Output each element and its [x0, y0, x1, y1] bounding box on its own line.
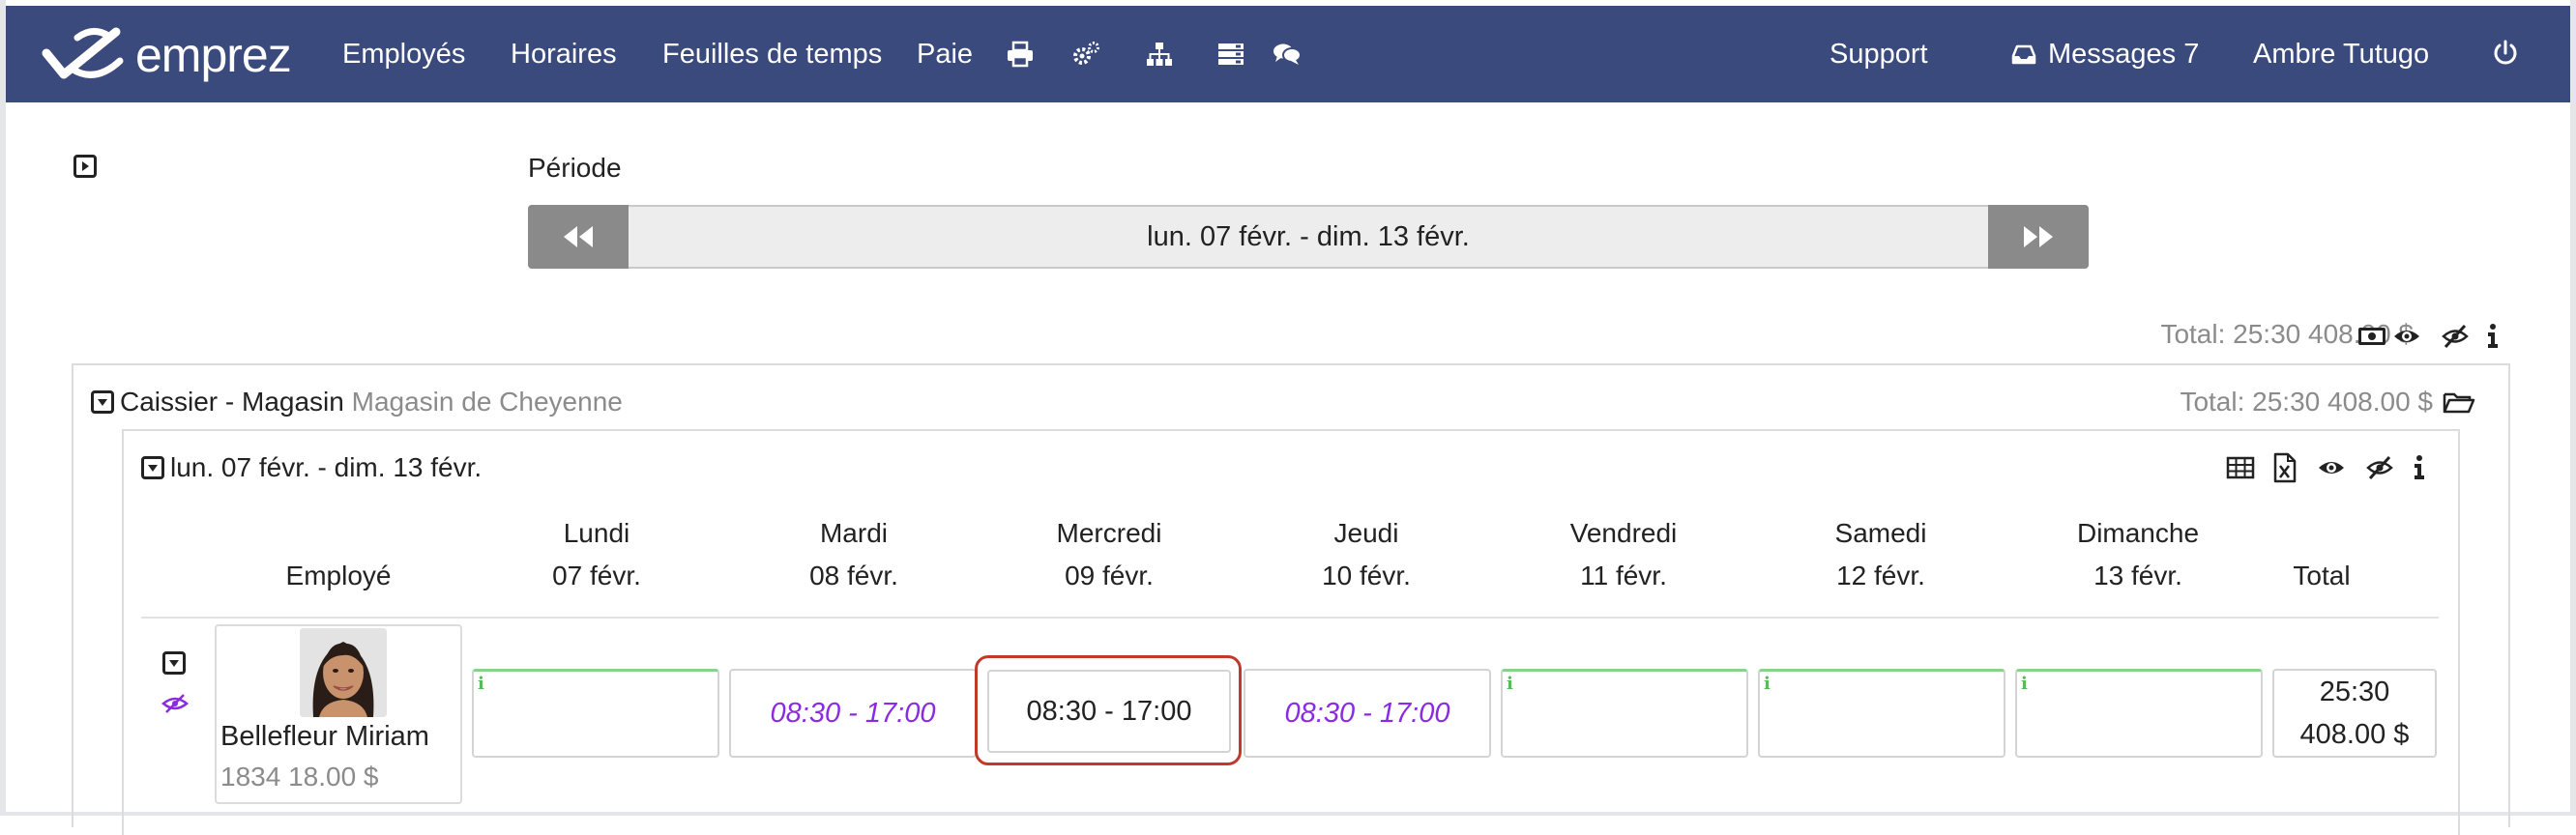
group-total: Total: 25:30 408.00 $ — [2180, 387, 2433, 417]
week-panel — [122, 429, 2460, 835]
nav-schedules[interactable]: Horaires — [511, 39, 617, 71]
employee-card[interactable]: Bellefleur Miriam 1834 18.00 $ — [215, 624, 462, 804]
shift-cell-tuesday[interactable]: 08:30 - 17:00 — [729, 669, 977, 758]
info-icon[interactable] — [2410, 454, 2429, 481]
power-logout-icon[interactable] — [2491, 39, 2520, 68]
day-header-saturday: Samedi 12 févr. — [1752, 512, 2009, 597]
caret-right-icon — [82, 161, 89, 171]
fast-forward-icon — [2024, 226, 2053, 247]
day-name: Lundi — [563, 518, 630, 548]
eye-icon[interactable] — [2392, 323, 2421, 350]
folder-open-icon[interactable] — [2443, 389, 2475, 416]
day-name: Mardi — [819, 518, 888, 548]
day-name: Jeudi — [1333, 518, 1399, 548]
avatar-photo — [300, 628, 387, 717]
fast-backward-icon — [564, 226, 593, 247]
day-header-monday: Lundi 07 févr. — [468, 512, 725, 597]
sidebar-toggle-button[interactable] — [73, 155, 97, 178]
org-chart-icon[interactable] — [1145, 41, 1174, 68]
day-header-tuesday: Mardi 08 févr. — [725, 512, 982, 597]
nav-user-name[interactable]: Ambre Tutugo — [2253, 39, 2429, 71]
day-date: 08 févr. — [809, 561, 898, 590]
employee-meta: 1834 18.00 $ — [220, 762, 379, 792]
group-location: Magasin de Cheyenne — [351, 387, 623, 417]
shift-cell-wednesday-selected[interactable]: 08:30 - 17:00 — [975, 655, 1242, 765]
day-date: 09 févr. — [1065, 561, 1154, 590]
shift-time: 08:30 - 17:00 — [770, 697, 936, 729]
inbox-icon[interactable] — [2011, 43, 2036, 66]
excel-file-icon[interactable] — [2272, 452, 2298, 483]
money-bill-icon[interactable] — [2357, 323, 2386, 350]
week-title: lun. 07 févr. - dim. 13 févr. — [170, 452, 483, 482]
nav-payroll[interactable]: Paie — [917, 39, 973, 71]
printer-icon[interactable] — [1006, 41, 1035, 68]
nav-support[interactable]: Support — [1830, 39, 1928, 71]
brand-name: emprez — [135, 28, 292, 82]
server-list-icon[interactable] — [1216, 41, 1245, 68]
group-title: Caissier - Magasin Magasin de Cheyenne — [120, 387, 623, 418]
day-header-friday: Vendredi 11 févr. — [1495, 512, 1752, 597]
group-role: Caissier - Magasin — [120, 387, 344, 417]
shift-cell-friday[interactable]: i — [1501, 669, 1748, 758]
shift-time: 08:30 - 17:00 — [1284, 697, 1450, 729]
day-date: 10 févr. — [1322, 561, 1411, 590]
day-name: Dimanche — [2076, 518, 2200, 548]
caret-down-icon — [148, 465, 158, 472]
day-header-sunday: Dimanche 13 févr. — [2009, 512, 2267, 597]
day-name: Vendredi — [1569, 518, 1678, 548]
period-range[interactable]: lun. 07 févr. - dim. 13 févr. — [630, 207, 1986, 267]
total-pay: 408.00 $ — [2299, 719, 2410, 750]
employee-name: Bellefleur Miriam — [220, 721, 429, 752]
day-name: Mercredi — [1056, 518, 1162, 548]
nav-timesheets[interactable]: Feuilles de temps — [662, 39, 882, 71]
previous-period-button[interactable] — [528, 205, 629, 269]
total-column-header: Total — [2293, 561, 2351, 590]
day-date: 11 févr. — [1580, 561, 1667, 590]
nav-messages[interactable]: Messages 7 — [2048, 39, 2199, 71]
shift-cell-thursday[interactable]: 08:30 - 17:00 — [1244, 669, 1491, 758]
period-label: Période — [528, 153, 622, 183]
day-header-wednesday: Mercredi 09 févr. — [981, 512, 1238, 597]
eye-icon[interactable] — [2317, 454, 2346, 481]
chat-comments-icon[interactable] — [1273, 41, 1302, 68]
brand-logo[interactable]: emprez — [39, 21, 292, 89]
day-date: 07 févr. — [552, 561, 641, 590]
hide-eye-slash-icon[interactable] — [161, 692, 190, 715]
shift-cell-sunday[interactable]: i — [2015, 669, 2263, 758]
shift-cell-monday[interactable]: i — [472, 669, 719, 758]
info-icon[interactable] — [2483, 323, 2503, 350]
day-date: 13 févr. — [2093, 561, 2182, 590]
info-icon: i — [2021, 674, 2028, 694]
next-period-button[interactable] — [1988, 205, 2089, 269]
caret-down-icon — [169, 660, 179, 667]
info-icon: i — [1764, 674, 1771, 694]
info-icon: i — [1507, 674, 1513, 694]
group-collapse-toggle[interactable] — [91, 390, 114, 414]
settings-cogs-icon[interactable] — [1071, 41, 1100, 68]
employee-total: 25:30 408.00 $ — [2272, 669, 2437, 758]
employee-row-toggle[interactable] — [162, 651, 186, 675]
eye-slash-icon[interactable] — [2441, 323, 2470, 350]
day-date: 12 févr. — [1836, 561, 1925, 590]
info-icon: i — [478, 674, 484, 694]
week-collapse-toggle[interactable] — [141, 456, 164, 479]
day-name: Samedi — [1834, 518, 1927, 548]
emprez-logo-icon — [42, 27, 124, 79]
nav-employees[interactable]: Employés — [342, 39, 465, 71]
employee-avatar — [300, 628, 387, 717]
eye-slash-icon[interactable] — [2365, 454, 2394, 481]
table-grid-icon[interactable] — [2226, 454, 2255, 481]
day-header-thursday: Jeudi 10 févr. — [1238, 512, 1495, 597]
shift-time: 08:30 - 17:00 — [987, 670, 1231, 753]
header-divider — [141, 617, 2439, 619]
employee-column-header: Employé — [285, 561, 392, 590]
total-hours: 25:30 — [2319, 677, 2390, 707]
top-navbar: emprez Employés Horaires Feuilles de tem… — [6, 6, 2570, 102]
period-selector: lun. 07 févr. - dim. 13 févr. — [528, 205, 2089, 269]
caret-down-icon — [98, 399, 107, 406]
shift-cell-saturday[interactable]: i — [1758, 669, 2005, 758]
